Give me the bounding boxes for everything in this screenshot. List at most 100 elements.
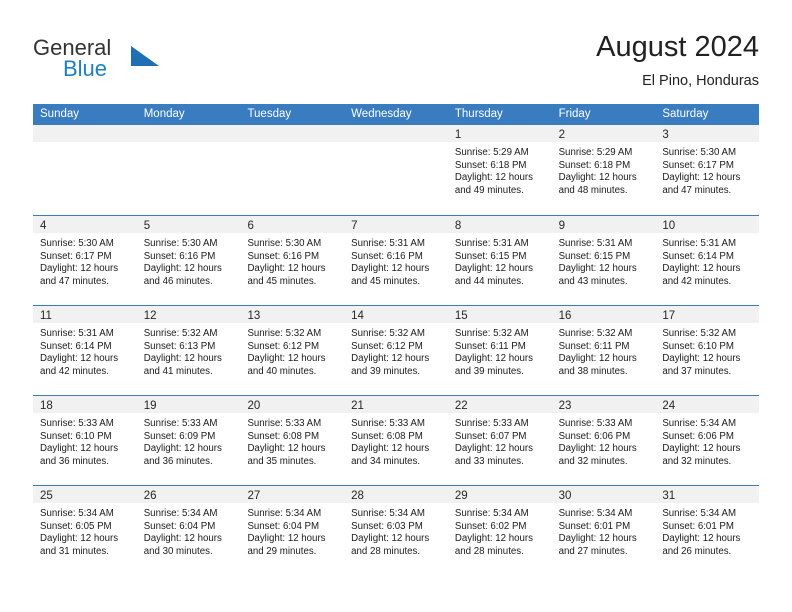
day-number: 5 [143, 220, 151, 232]
day-number-band: 30 [551, 486, 656, 503]
day-sun-info: Sunrise: 5:32 AM Sunset: 6:11 PM Daylight:… [448, 323, 552, 378]
day-number: 30 [558, 490, 572, 502]
calendar-day-cell[interactable]: 24 Sunrise: 5:34 AM Sunset: 6:06 PM Dayligh… [655, 396, 760, 485]
day-sunset-text: Sunset: 6:01 PM [558, 520, 631, 532]
day-sunset-text: Sunset: 6:07 PM [454, 430, 527, 442]
day-number-band: 28 [344, 486, 448, 503]
weekday-header-row: Sunday Monday Tuesday Wednesday Thursday… [33, 104, 759, 125]
day-daylight-line2-text: and 35 minutes. [247, 455, 317, 467]
calendar-day-cell[interactable]: 25 Sunrise: 5:34 AM Sunset: 6:05 PM Dayligh… [33, 486, 137, 575]
calendar-day-cell[interactable]: 18 Sunrise: 5:33 AM Sunset: 6:10 PM Dayligh… [33, 396, 137, 485]
calendar-day-cell[interactable]: 21 Sunrise: 5:33 AM Sunset: 6:08 PM Dayligh… [344, 396, 448, 485]
calendar-day-cell[interactable]: 4 Sunrise: 5:30 AM Sunset: 6:17 PM Daylight… [33, 216, 137, 305]
day-number: 3 [662, 129, 669, 141]
day-sun-info: Sunrise: 5:33 AM Sunset: 6:08 PM Daylight:… [240, 413, 344, 468]
calendar-day-cell[interactable]: 3 Sunrise: 5:30 AM Sunset: 6:17 PM Daylight… [655, 125, 760, 215]
calendar-day-cell[interactable]: 1 Sunrise: 5:29 AM Sunset: 6:18 PM Daylight… [447, 125, 552, 215]
calendar-day-cell[interactable]: 13 Sunrise: 5:32 AM Sunset: 6:12 PM Dayligh… [240, 306, 345, 395]
day-number-band: 3 [655, 125, 760, 142]
day-number: 17 [662, 310, 676, 322]
calendar-day-cell[interactable]: 30 Sunrise: 5:34 AM Sunset: 6:01 PM Dayligh… [551, 486, 656, 575]
calendar-day-cell[interactable]: 22 Sunrise: 5:33 AM Sunset: 6:07 PM Dayligh… [447, 396, 552, 485]
calendar-day-cell[interactable]: 9 Sunrise: 5:31 AM Sunset: 6:15 PM Daylight… [551, 216, 656, 305]
calendar-day-cell[interactable]: 23 Sunrise: 5:33 AM Sunset: 6:06 PM Dayligh… [551, 396, 656, 485]
day-sun-info: Sunrise: 5:31 AM Sunset: 6:16 PM Daylight:… [344, 233, 448, 288]
calendar-day-cell[interactable]: 11 Sunrise: 5:31 AM Sunset: 6:14 PM Dayligh… [33, 306, 137, 395]
day-sun-info: Sunrise: 5:33 AM Sunset: 6:06 PM Daylight:… [552, 413, 656, 468]
calendar-day-cell[interactable]: 28 Sunrise: 5:34 AM Sunset: 6:03 PM Dayligh… [344, 486, 448, 575]
day-number: 7 [351, 220, 358, 232]
day-number: 1 [454, 129, 462, 141]
day-daylight-line2-text: and 39 minutes. [454, 365, 524, 377]
day-daylight-line1-text: Daylight: 12 hours [454, 443, 533, 455]
day-daylight-line1-text: Daylight: 12 hours [40, 533, 119, 545]
calendar-day-cell[interactable]: 7 Sunrise: 5:31 AM Sunset: 6:16 PM Daylight… [344, 216, 448, 305]
day-sunset-text: Sunset: 6:11 PM [454, 340, 526, 352]
calendar-day-cell[interactable]: 12 Sunrise: 5:32 AM Sunset: 6:13 PM Dayligh… [136, 306, 241, 395]
day-number-band: 27 [240, 486, 345, 503]
day-sunrise-text: Sunrise: 5:34 AM [454, 508, 529, 519]
day-number-band: 4 [33, 216, 137, 233]
day-number-band: 24 [655, 396, 760, 413]
day-sun-info: Sunrise: 5:34 AM Sunset: 6:06 PM Daylight:… [655, 413, 759, 468]
day-daylight-line1-text: Daylight: 12 hours [351, 533, 430, 545]
calendar-day-cell[interactable]: 17 Sunrise: 5:32 AM Sunset: 6:10 PM Dayligh… [655, 306, 760, 395]
calendar-day-cell[interactable]: 15 Sunrise: 5:32 AM Sunset: 6:11 PM Dayligh… [447, 306, 552, 395]
day-sunset-text: Sunset: 6:12 PM [247, 340, 320, 352]
day-daylight-line1-text: Daylight: 12 hours [351, 353, 430, 365]
calendar-day-cell[interactable]: 5 Sunrise: 5:30 AM Sunset: 6:16 PM Daylight… [136, 216, 241, 305]
day-sun-info: Sunrise: 5:32 AM Sunset: 6:12 PM Daylight:… [344, 323, 448, 378]
day-sun-info: Sunrise: 5:34 AM Sunset: 6:04 PM Daylight:… [240, 503, 344, 558]
day-sun-info: Sunrise: 5:33 AM Sunset: 6:09 PM Daylight:… [137, 413, 241, 468]
day-daylight-line2-text: and 45 minutes. [247, 275, 317, 287]
day-sunrise-text: Sunrise: 5:32 AM [247, 328, 322, 339]
day-number: 31 [662, 490, 676, 502]
day-number: 18 [40, 400, 53, 412]
day-sun-info: Sunrise: 5:31 AM Sunset: 6:14 PM Daylight:… [655, 233, 759, 288]
day-sunset-text: Sunset: 6:01 PM [662, 520, 734, 532]
calendar-day-cell[interactable]: 27 Sunrise: 5:34 AM Sunset: 6:04 PM Dayligh… [240, 486, 345, 575]
day-daylight-line2-text: and 47 minutes. [40, 275, 109, 287]
calendar-day-cell[interactable]: 8 Sunrise: 5:31 AM Sunset: 6:15 PM Daylight… [447, 216, 552, 305]
calendar-day-cell[interactable]: 6 Sunrise: 5:30 AM Sunset: 6:16 PM Daylight… [240, 216, 345, 305]
calendar-day-cell[interactable]: 16 Sunrise: 5:32 AM Sunset: 6:11 PM Dayligh… [551, 306, 656, 395]
day-daylight-line2-text: and 26 minutes. [662, 545, 732, 557]
day-number-band: 11 [33, 306, 137, 323]
calendar-day-cell[interactable]: 31 Sunrise: 5:34 AM Sunset: 6:01 PM Dayligh… [655, 486, 760, 575]
day-daylight-line1-text: Daylight: 12 hours [143, 263, 222, 275]
calendar-day-cell[interactable]: 14 Sunrise: 5:32 AM Sunset: 6:12 PM Dayligh… [344, 306, 448, 395]
day-number: 10 [662, 220, 676, 232]
day-sun-info: Sunrise: 5:30 AM Sunset: 6:16 PM Daylight:… [240, 233, 344, 288]
brand-logo[interactable]: General Blue [33, 36, 233, 88]
day-sunrise-text: Sunrise: 5:31 AM [454, 238, 529, 249]
calendar-weeks: 1 Sunrise: 5:29 AM Sunset: 6:18 PM Daylight… [33, 125, 760, 575]
day-daylight-line2-text: and 45 minutes. [351, 275, 421, 287]
day-number-band: 23 [551, 396, 656, 413]
day-sunrise-text: Sunrise: 5:30 AM [247, 238, 322, 249]
calendar-day-cell[interactable]: 10 Sunrise: 5:31 AM Sunset: 6:14 PM Dayligh… [655, 216, 760, 305]
day-daylight-line2-text: and 32 minutes. [558, 455, 628, 467]
calendar-day-cell[interactable]: 29 Sunrise: 5:34 AM Sunset: 6:02 PM Dayligh… [447, 486, 552, 575]
day-daylight-line1-text: Daylight: 12 hours [558, 353, 637, 365]
calendar-day-cell[interactable]: 26 Sunrise: 5:34 AM Sunset: 6:04 PM Dayligh… [136, 486, 241, 575]
day-number-band: 9 [551, 216, 656, 233]
day-number-band [240, 125, 345, 142]
calendar-day-cell[interactable]: 20 Sunrise: 5:33 AM Sunset: 6:08 PM Dayligh… [240, 396, 345, 485]
day-daylight-line1-text: Daylight: 12 hours [247, 353, 326, 365]
day-sunset-text: Sunset: 6:18 PM [558, 159, 631, 171]
calendar-day-cell[interactable]: 2 Sunrise: 5:29 AM Sunset: 6:18 PM Daylight… [551, 125, 656, 215]
calendar-day-cell-empty [136, 125, 241, 215]
day-sunrise-text: Sunrise: 5:32 AM [143, 328, 218, 339]
calendar-week-row: 11 Sunrise: 5:31 AM Sunset: 6:14 PM Dayligh… [33, 305, 760, 395]
calendar-grid: Sunday Monday Tuesday Wednesday Thursday… [33, 104, 760, 575]
day-number-band: 29 [447, 486, 552, 503]
day-number: 15 [454, 310, 468, 322]
day-daylight-line2-text: and 28 minutes. [454, 545, 524, 557]
day-sunset-text: Sunset: 6:14 PM [40, 340, 112, 352]
day-number: 14 [351, 310, 364, 322]
day-number: 8 [454, 220, 462, 232]
day-sun-info: Sunrise: 5:32 AM Sunset: 6:13 PM Daylight:… [137, 323, 241, 378]
day-sun-info: Sunrise: 5:33 AM Sunset: 6:08 PM Daylight:… [344, 413, 448, 468]
day-daylight-line1-text: Daylight: 12 hours [662, 353, 741, 365]
calendar-day-cell[interactable]: 19 Sunrise: 5:33 AM Sunset: 6:09 PM Dayligh… [136, 396, 241, 485]
